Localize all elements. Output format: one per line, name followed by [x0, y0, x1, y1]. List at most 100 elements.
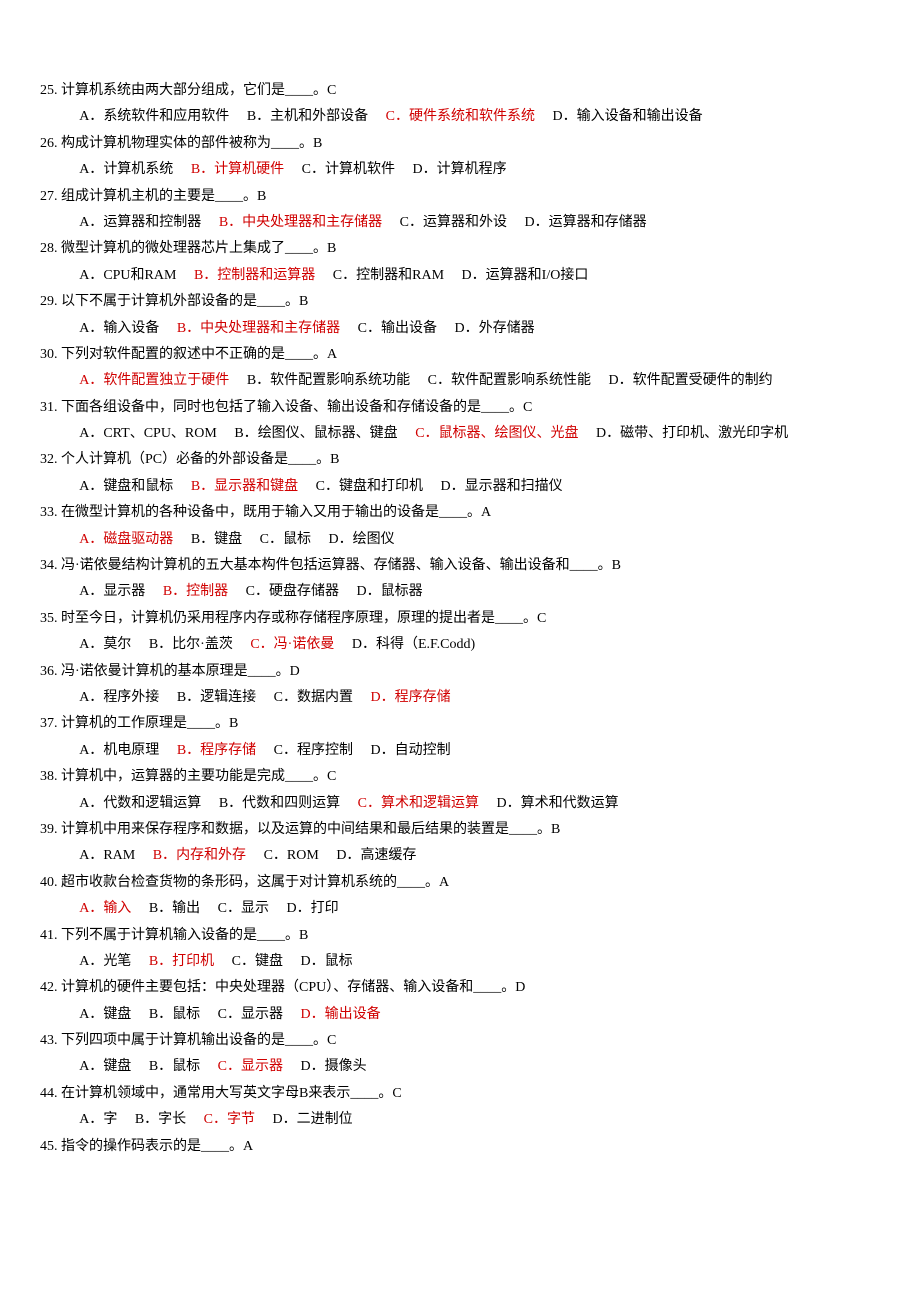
question-text: 组成计算机主机的主要是____。 — [61, 189, 257, 204]
option-text: 显示 — [241, 901, 269, 916]
option-label: B． — [149, 637, 172, 652]
option-text: 鼠标 — [172, 1059, 200, 1074]
option: A．代数和逻辑运算 — [79, 796, 201, 811]
option-text: 光笔 — [103, 954, 131, 969]
question: 33. 在微型计算机的各种设备中，既用于输入又用于输出的设备是____。A — [40, 502, 880, 524]
option-label: B． — [191, 162, 214, 177]
option: B．控制器 — [163, 584, 228, 599]
option-label: B． — [163, 584, 186, 599]
question-text: 计算机的硬件主要包括：中央处理器（CPU）、存储器、输入设备和____。 — [61, 980, 515, 995]
option: D．鼠标 — [301, 954, 353, 969]
option: C．硬盘存储器 — [246, 584, 339, 599]
option-text: 中央处理器和主存储器 — [200, 321, 340, 336]
options-row: A．键盘和鼠标 B．显示器和键盘 C．键盘和打印机 D．显示器和扫描仪 — [40, 476, 880, 498]
option: A．CRT、CPU、ROM — [79, 426, 217, 441]
option-label: A． — [79, 954, 103, 969]
answer-key: B — [327, 241, 336, 256]
option-label: D． — [371, 743, 395, 758]
option-text: 运算器和存储器 — [549, 215, 647, 230]
question-number: 29. — [40, 291, 58, 313]
option-text: 鼠标 — [172, 1007, 200, 1022]
option-text: 计算机程序 — [437, 162, 507, 177]
question: 35. 时至今日，计算机仍采用程序内存或称存储程序原理，原理的提出者是____。… — [40, 608, 880, 630]
option-label: B． — [149, 954, 172, 969]
option-label: A． — [79, 268, 103, 283]
option-text: 运算器和I/O接口 — [486, 268, 589, 283]
option-label: B． — [177, 321, 200, 336]
option-text: 键盘和打印机 — [339, 479, 423, 494]
option-text: 键盘 — [255, 954, 283, 969]
question: 31. 下面各组设备中，同时也包括了输入设备、输出设备和存储设备的是____。C — [40, 397, 880, 419]
question-number: 30. — [40, 344, 58, 366]
options-row: A．CRT、CPU、ROM B．绘图仪、鼠标器、键盘 C．鼠标器、绘图仪、光盘 … — [40, 423, 880, 445]
question-number: 45. — [40, 1136, 58, 1158]
answer-key: D — [515, 980, 525, 995]
option-label: A． — [79, 162, 103, 177]
answer-key: C — [537, 611, 546, 626]
option-label: B． — [234, 426, 257, 441]
option: B．控制器和运算器 — [194, 268, 315, 283]
option-label: A． — [79, 1059, 103, 1074]
option-text: 科得（E.F.Codd) — [376, 637, 475, 652]
option-label: D． — [273, 1112, 297, 1127]
option: B．比尔·盖茨 — [149, 637, 233, 652]
question-text: 构成计算机物理实体的部件被称为____。 — [61, 136, 313, 151]
question: 32. 个人计算机（PC）必备的外部设备是____。B — [40, 449, 880, 471]
option: D．输入设备和输出设备 — [553, 109, 703, 124]
option: A．程序外接 — [79, 690, 159, 705]
option: B．中央处理器和主存储器 — [177, 321, 340, 336]
option-label: C． — [218, 1059, 241, 1074]
question-number: 26. — [40, 133, 58, 155]
option-text: 莫尔 — [103, 637, 131, 652]
option-label: D． — [596, 426, 620, 441]
question-text: 计算机的工作原理是____。 — [61, 716, 229, 731]
option-text: 软件配置独立于硬件 — [103, 373, 229, 388]
options-row: A．机电原理 B．程序存储 C．程序控制 D．自动控制 — [40, 740, 880, 762]
question-number: 35. — [40, 608, 58, 630]
answer-key: B — [612, 558, 621, 573]
option-text: 绘图仪、鼠标器、键盘 — [258, 426, 398, 441]
question: 42. 计算机的硬件主要包括：中央处理器（CPU）、存储器、输入设备和____。… — [40, 977, 880, 999]
option-label: C． — [274, 743, 297, 758]
option: A．输入设备 — [79, 321, 159, 336]
option: C．鼠标 — [260, 532, 311, 547]
question-number: 42. — [40, 977, 58, 999]
option: D．计算机程序 — [413, 162, 507, 177]
options-row: A．RAM B．内存和外存 C．ROM D．高速缓存 — [40, 845, 880, 867]
option-text: 数据内置 — [297, 690, 353, 705]
option-label: B． — [247, 109, 270, 124]
option-text: 输出设备 — [381, 321, 437, 336]
option: C．硬件系统和软件系统 — [386, 109, 535, 124]
option-text: 打印机 — [172, 954, 214, 969]
answer-key: B — [551, 822, 560, 837]
question-text: 计算机中，运算器的主要功能是完成____。 — [61, 769, 327, 784]
option: C．控制器和RAM — [333, 268, 444, 283]
answer-key: C — [327, 1033, 336, 1048]
question-text: 超市收款台检查货物的条形码，这属于对计算机系统的____。 — [61, 875, 439, 890]
option-text: 磁带、打印机、激光印字机 — [620, 426, 788, 441]
option-text: 系统软件和应用软件 — [103, 109, 229, 124]
option-text: 外存储器 — [479, 321, 535, 336]
question-text: 指令的操作码表示的是____。 — [61, 1139, 243, 1154]
option-text: CRT、CPU、ROM — [103, 426, 217, 441]
question: 25. 计算机系统由两大部分组成，它们是____。C — [40, 80, 880, 102]
answer-key: A — [481, 505, 491, 520]
option: B．鼠标 — [149, 1007, 200, 1022]
option-text: 控制器和运算器 — [217, 268, 315, 283]
option-label: B． — [191, 479, 214, 494]
answer-key: C — [327, 83, 336, 98]
answer-key: B — [229, 716, 238, 731]
option-label: C． — [260, 532, 283, 547]
options-row: A．代数和逻辑运算 B．代数和四则运算 C．算术和逻辑运算 D．算术和代数运算 — [40, 793, 880, 815]
answer-key: A — [243, 1139, 253, 1154]
options-row: A．字 B．字长 C．字节 D．二进制位 — [40, 1109, 880, 1131]
option: B．程序存储 — [177, 743, 256, 758]
answer-key: D — [290, 664, 300, 679]
question-number: 39. — [40, 819, 58, 841]
option-text: 鼠标 — [283, 532, 311, 547]
option-text: 软件配置影响系统性能 — [451, 373, 591, 388]
option-label: B． — [219, 796, 242, 811]
option-label: A． — [79, 532, 103, 547]
option-text: 计算机软件 — [325, 162, 395, 177]
option-label: B． — [149, 1007, 172, 1022]
